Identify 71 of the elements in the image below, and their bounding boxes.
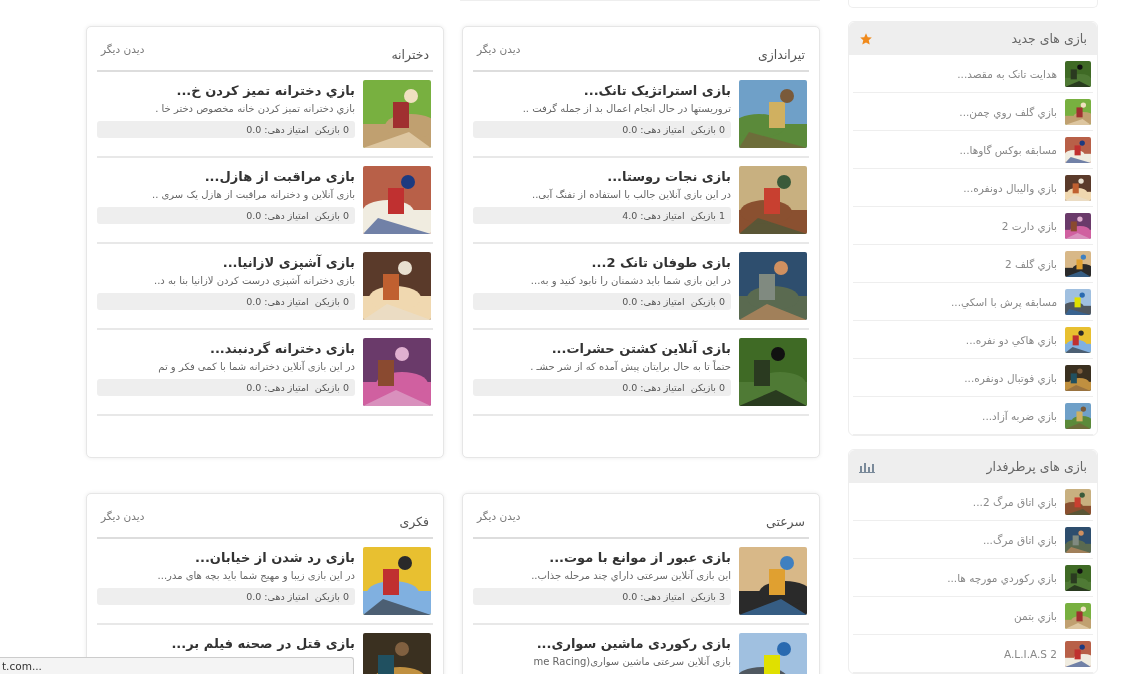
see-more-link[interactable]: دیدن دیگر xyxy=(477,43,521,55)
rating: امتیاز دهی: 0.0 xyxy=(246,591,309,602)
rating: امتیاز دهی: 0.0 xyxy=(622,296,685,307)
game-title[interactable]: بازی قتل در صحنه فیلم بر... xyxy=(171,636,355,651)
game-description: این بازی آنلاین سرعتی داراي چند مرحله جذاب.. xyxy=(531,570,731,581)
player-count: 0 بازیکن xyxy=(314,210,349,221)
game-link[interactable]: بازي گلف 2 xyxy=(853,245,1093,283)
game-link[interactable]: A.L.I.A.S 2 xyxy=(853,635,1093,673)
game-link[interactable]: هدایت تانک به مقصد... xyxy=(853,55,1093,93)
game-link[interactable]: بازي دارت 2 xyxy=(853,207,1093,245)
game-link[interactable]: بازي اتاق مرگ 2... xyxy=(853,483,1093,521)
game-description: بازی دخترانه آشپزی درست کردن لازانیا بنا به د.. xyxy=(153,275,355,286)
rating: امتیاز دهی: 0.0 xyxy=(246,210,309,221)
game-description: بازي دخترانه تمیز کردن خانه مخصوص دختر خا . xyxy=(155,103,355,114)
panel-title: بازی های پرطرفدار xyxy=(986,459,1087,474)
game-description: در این بازی زیبا و مهیج شما باید بچه های مدر... xyxy=(157,570,355,581)
game-link[interactable]: بازي هاكي دو نفره... xyxy=(853,321,1093,359)
category-title: دخترانه xyxy=(391,47,429,62)
game-link[interactable]: بازي گلف روي چمن... xyxy=(853,93,1093,131)
game-link[interactable]: مسابقه بوكس گاوها... xyxy=(853,131,1093,169)
game-title[interactable]: بازی استراتژیک تانک... xyxy=(583,83,731,98)
game-title[interactable]: بازی دخترانه گردنبند... xyxy=(210,341,355,356)
game-link[interactable]: بازي بتمن xyxy=(853,597,1093,635)
game-title[interactable]: بازي دخترانه تمیز کردن خ... xyxy=(176,83,355,98)
game-description: در این بازی شما باید دشمنان را نابود کنید و به... xyxy=(530,275,731,286)
game-title[interactable]: بازی آنلاین کشتن حشرات... xyxy=(551,341,731,356)
game-link[interactable]: مسابقه پرش با اسكي... xyxy=(853,283,1093,321)
player-count: 1 بازیکن xyxy=(690,210,725,221)
status-url: t.com... xyxy=(0,657,354,674)
game-description: تروریستها در حال انجام اعمال بد از جمله گرفت .. xyxy=(522,103,731,114)
player-count: 0 بازیکن xyxy=(690,296,725,307)
game-link[interactable]: بازي ركوردي مورچه ها... xyxy=(853,559,1093,597)
game-title[interactable]: بازی رکوردی ماشین سواری... xyxy=(536,636,731,651)
see-more-link[interactable]: دیدن دیگر xyxy=(101,510,145,522)
category-title: فکری xyxy=(399,514,429,529)
see-more-link[interactable]: دیدن دیگر xyxy=(101,43,145,55)
game-link[interactable]: بازي ضربه آزاد... xyxy=(853,397,1093,435)
game-title[interactable]: بازی نجات روستا... xyxy=(607,169,731,184)
game-title[interactable]: بازی مراقبت از هازل... xyxy=(204,169,355,184)
game-link[interactable]: بازي فوتبال دونفره... xyxy=(853,359,1093,397)
player-count: 0 بازیکن xyxy=(690,124,725,135)
game-description: بازی آنلاین و دخترانه مراقبت از هازل یک سری .. xyxy=(151,189,355,200)
category-title: سرعتی xyxy=(765,514,805,529)
game-link[interactable]: بازي اتاق مرگ... xyxy=(853,521,1093,559)
bar-chart-icon xyxy=(859,460,875,473)
game-title[interactable]: بازی عبور از موانع با موت... xyxy=(549,550,731,565)
see-more-link[interactable]: دیدن دیگر xyxy=(477,510,521,522)
panel-title: بازی های جدید xyxy=(1011,31,1087,46)
rating: امتیاز دهی: 4.0 xyxy=(622,210,685,221)
game-description: در این بازی آنلاین دخترانه شما با کمی فکر و تم xyxy=(158,361,355,372)
game-title[interactable]: بازی آشپزی لازانیا... xyxy=(222,255,355,270)
game-title[interactable]: بازی رد شدن از خیابان... xyxy=(195,550,355,565)
game-link[interactable]: بازي واليبال دونفره... xyxy=(853,169,1093,207)
game-description: حتماً تا به حال برایتان پیش آمده که از شر حشـ . xyxy=(530,361,731,372)
player-count: 0 بازیکن xyxy=(314,591,349,602)
rating: امتیاز دهی: 0.0 xyxy=(622,124,685,135)
player-count: 3 بازیکن xyxy=(690,591,725,602)
game-title[interactable]: بازی طوفان تانک 2... xyxy=(591,255,731,270)
player-count: 0 بازیکن xyxy=(314,382,349,393)
player-count: 0 بازیکن xyxy=(690,382,725,393)
game-description: در این بازی آنلاین جالب با استفاده از تفنگ آبی.. xyxy=(531,189,731,200)
rating: امتیاز دهی: 0.0 xyxy=(622,382,685,393)
player-count: 0 بازیکن xyxy=(314,296,349,307)
rating: امتیاز دهی: 0.0 xyxy=(622,591,685,602)
player-count: 0 بازیکن xyxy=(314,124,349,135)
rating: امتیاز دهی: 0.0 xyxy=(246,382,309,393)
game-description: بازی آنلاین سرعتی ماشین سواری(me Racing xyxy=(533,656,731,667)
category-title: تیراندازی xyxy=(758,47,805,62)
rating: امتیاز دهی: 0.0 xyxy=(246,296,309,307)
star-icon xyxy=(859,31,873,46)
rating: امتیاز دهی: 0.0 xyxy=(246,124,309,135)
